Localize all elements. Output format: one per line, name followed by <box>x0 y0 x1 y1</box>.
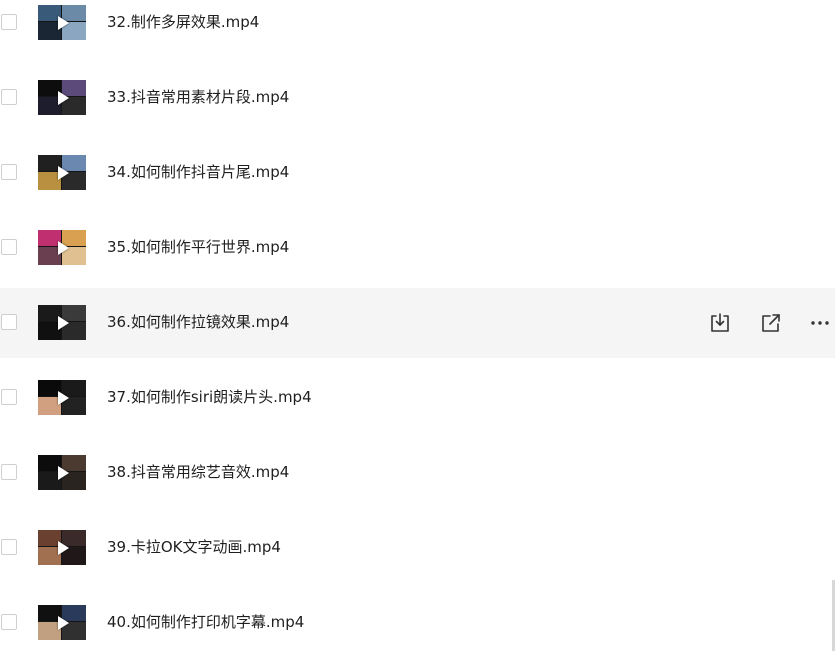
file-name[interactable]: 33.抖音常用素材片段.mp4 <box>107 86 289 108</box>
video-thumbnail[interactable] <box>38 530 86 565</box>
video-thumbnail[interactable] <box>38 455 86 490</box>
video-thumbnail[interactable] <box>38 155 86 190</box>
play-icon <box>58 390 69 405</box>
video-thumbnail[interactable] <box>38 380 86 415</box>
file-row[interactable]: 40.如何制作打印机字幕.mp4 <box>0 588 835 651</box>
file-row[interactable]: 35.如何制作平行世界.mp4 <box>0 213 835 283</box>
file-name[interactable]: 34.如何制作抖音片尾.mp4 <box>107 161 289 183</box>
file-name[interactable]: 38.抖音常用综艺音效.mp4 <box>107 461 289 483</box>
play-icon <box>58 165 69 180</box>
file-name[interactable]: 39.卡拉OK文字动画.mp4 <box>107 536 281 558</box>
play-icon <box>58 540 69 555</box>
file-checkbox[interactable] <box>1 539 17 555</box>
play-icon <box>58 240 69 255</box>
file-row[interactable]: 32.制作多屏效果.mp4 <box>0 0 835 58</box>
file-checkbox[interactable] <box>1 389 17 405</box>
file-list: 32.制作多屏效果.mp4 33.抖音常用素材片段.mp4 34.如何制作抖音片尾.… <box>0 0 835 651</box>
more-icon[interactable] <box>808 311 832 335</box>
play-icon <box>58 465 69 480</box>
play-icon <box>58 615 69 630</box>
file-checkbox[interactable] <box>1 239 17 255</box>
file-name[interactable]: 35.如何制作平行世界.mp4 <box>107 236 289 258</box>
file-row[interactable]: 34.如何制作抖音片尾.mp4 <box>0 138 835 208</box>
file-name[interactable]: 37.如何制作siri朗读片头.mp4 <box>107 386 312 408</box>
file-checkbox[interactable] <box>1 164 17 180</box>
file-row[interactable]: 39.卡拉OK文字动画.mp4 <box>0 513 835 583</box>
video-thumbnail[interactable] <box>38 230 86 265</box>
file-row[interactable]: 33.抖音常用素材片段.mp4 <box>0 63 835 133</box>
file-row[interactable]: 38.抖音常用综艺音效.mp4 <box>0 438 835 508</box>
video-thumbnail[interactable] <box>38 5 86 40</box>
share-icon[interactable] <box>759 311 783 335</box>
file-name[interactable]: 40.如何制作打印机字幕.mp4 <box>107 611 304 633</box>
play-icon <box>58 90 69 105</box>
row-actions <box>0 288 835 358</box>
download-icon[interactable] <box>708 311 732 335</box>
file-checkbox[interactable] <box>1 89 17 105</box>
file-checkbox[interactable] <box>1 614 17 630</box>
video-thumbnail[interactable] <box>38 605 86 640</box>
file-row[interactable]: 37.如何制作siri朗读片头.mp4 <box>0 363 835 433</box>
file-row[interactable]: 36.如何制作拉镜效果.mp4 <box>0 288 835 358</box>
play-icon <box>58 15 69 30</box>
file-checkbox[interactable] <box>1 14 17 30</box>
file-checkbox[interactable] <box>1 464 17 480</box>
video-thumbnail[interactable] <box>38 80 86 115</box>
file-name[interactable]: 32.制作多屏效果.mp4 <box>107 11 259 33</box>
